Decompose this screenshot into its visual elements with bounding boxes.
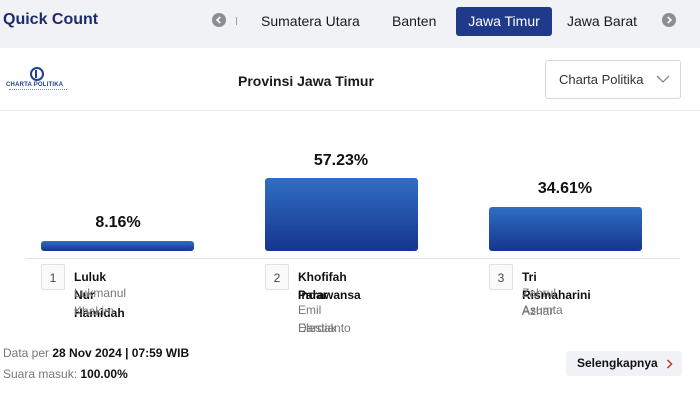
data-per-label: Data per <box>3 346 50 360</box>
pollster-select-value: Charta Politika <box>559 72 644 87</box>
result-bar-1 <box>41 241 194 251</box>
chevron-right-icon <box>666 359 673 369</box>
tab-jawa-barat[interactable]: Jawa Barat <box>567 7 637 36</box>
deputy-name: Lukmanul Khakim <box>74 286 127 318</box>
header-divider <box>0 110 700 111</box>
pollster-select[interactable]: Charta Politika <box>545 60 681 99</box>
tab-sumatera-utara[interactable]: Sumatera Utara <box>261 7 360 36</box>
logo-underline <box>9 89 67 91</box>
region-tab-bar: Quick Count Sumatera Utara Banten Jawa T… <box>0 0 700 48</box>
scroll-right-icon[interactable] <box>662 13 676 27</box>
data-timestamp: Data per 28 Nov 2024 | 07:59 WIB <box>3 346 189 360</box>
votes-in: Suara masuk: 100.00% <box>3 367 128 381</box>
tab-banten[interactable]: Banten <box>392 7 436 36</box>
logo-mark-icon <box>30 67 44 81</box>
percent-label-2: 57.23% <box>313 152 369 169</box>
app-title: Quick Count <box>3 11 99 28</box>
province-title: Provinsi Jawa Timur <box>238 73 374 89</box>
votes-in-value: 100.00% <box>80 367 128 381</box>
see-more-button[interactable]: Selengkapnya <box>566 351 682 376</box>
candidate-number: 2 <box>265 264 289 290</box>
candidate-number: 1 <box>41 264 65 290</box>
tab-jawa-timur[interactable]: Jawa Timur <box>456 7 552 36</box>
data-per-value: 28 Nov 2024 | 07:59 WIB <box>52 346 190 360</box>
percent-label-1: 8.16% <box>95 214 141 231</box>
votes-in-label: Suara masuk: <box>3 367 78 381</box>
chart-baseline <box>26 258 680 259</box>
percent-label-3: 34.61% <box>537 180 593 197</box>
result-bar-3 <box>489 207 642 251</box>
see-more-label: Selengkapnya <box>577 356 658 370</box>
candidate-number: 3 <box>489 264 513 290</box>
logo-text: CHARTA POLITIKA <box>6 82 64 88</box>
deputy-name-line-2: Asumta <box>522 303 563 317</box>
chevron-down-icon <box>656 75 670 83</box>
deputy-name-line-2: Dardak <box>298 321 337 335</box>
result-bar-2 <box>265 178 418 251</box>
scroll-left-icon[interactable] <box>212 13 226 27</box>
charta-politika-logo: CHARTA POLITIKA <box>6 67 72 95</box>
scroll-indicator <box>236 17 237 25</box>
